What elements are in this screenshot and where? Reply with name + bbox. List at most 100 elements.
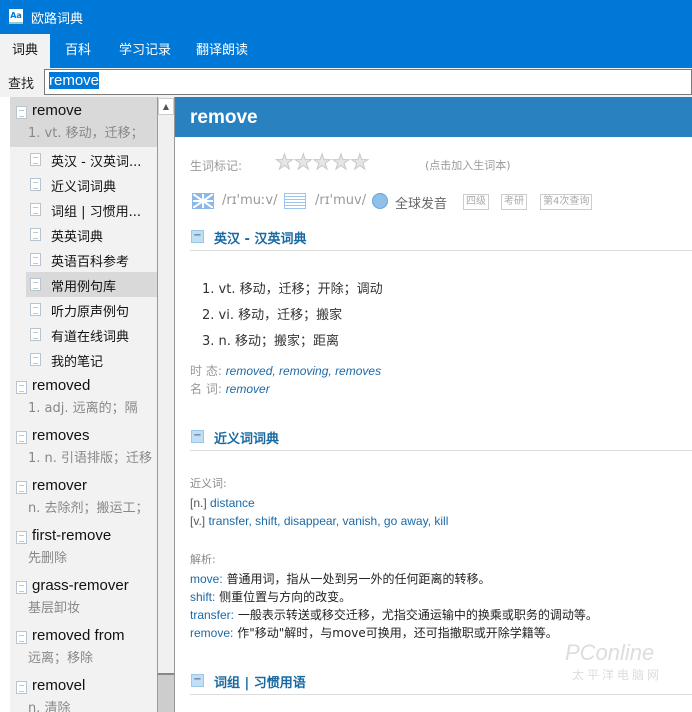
list-meaning: n. 清除 — [28, 701, 71, 712]
list-meaning: 先删除 — [28, 551, 68, 566]
section-title-phrases[interactable]: 词组 | 习惯用语 — [214, 672, 306, 691]
sub-item-label: 我的笔记 — [51, 355, 104, 370]
watermark-logo: PConline — [565, 640, 655, 665]
analysis-word[interactable]: remove: — [190, 626, 233, 640]
analysis-word[interactable]: move: — [190, 572, 223, 586]
document-icon — [16, 106, 27, 119]
sidebar-sub-item[interactable]: 英语百科参考 — [26, 247, 157, 272]
sidebar-sub-item[interactable]: 听力原声例句 — [26, 297, 157, 322]
document-icon — [16, 681, 27, 694]
sidebar-sub-item[interactable]: 我的笔记 — [26, 347, 157, 372]
collapse-icon[interactable]: − — [191, 674, 204, 687]
sub-item-label: 英英词典 — [51, 230, 104, 245]
section-title-synonyms[interactable]: 近义词词典 — [214, 428, 279, 447]
tab-dictionary[interactable]: 词典 — [0, 34, 50, 68]
document-icon — [30, 203, 41, 216]
sidebar-scrollbar[interactable] — [157, 97, 175, 712]
sub-item-label: 有道在线词典 — [51, 330, 130, 345]
search-label: 查找 — [8, 77, 35, 92]
star-icon[interactable]: ★ — [293, 150, 313, 175]
list-meaning: 远离；移除 — [28, 651, 94, 666]
watermark-sub: 太平洋电脑网 — [572, 668, 663, 682]
rating-stars[interactable]: ★★★★★ — [275, 150, 370, 175]
list-item[interactable]: removed from 远离；移除 — [10, 622, 157, 672]
search-input-value: remove — [49, 72, 100, 89]
sub-item-label: 英语百科参考 — [51, 255, 130, 270]
analysis-line: shift: 侧重位置与方向的改变。 — [190, 588, 351, 605]
list-word: first-remove — [32, 527, 112, 544]
list-item[interactable]: grass-remover 基层卸妆 — [10, 572, 157, 622]
list-item[interactable]: removes 1. n. 引语排版；迁移 — [10, 422, 157, 472]
scroll-up-button[interactable]: ▲ — [158, 98, 174, 115]
analysis-text: 侧重位置与方向的改变。 — [219, 590, 352, 604]
collapse-icon[interactable]: − — [191, 430, 204, 443]
badge-cet4: 四级 — [463, 194, 489, 210]
scroll-thumb[interactable] — [158, 673, 174, 712]
badge-lookup-count: 第4次查询 — [540, 194, 593, 210]
definition: 2. vi. 移动，迁移；搬家 — [202, 308, 343, 323]
star-icon[interactable]: ★ — [331, 150, 351, 175]
sidebar-sub-item[interactable]: 词组 | 习惯用... — [26, 197, 157, 222]
list-meaning: 1. vt. 移动，迁移； — [28, 126, 144, 141]
syn-n-tag: [n.] — [190, 496, 207, 510]
list-item[interactable]: removed 1. adj. 远离的；隔 — [10, 372, 157, 422]
section-title-ec[interactable]: 英汉 - 汉英词典 — [214, 228, 306, 247]
analysis-line: remove: 作"移动"解时，与move可换用，还可指撤职或开除学籍等。 — [190, 624, 558, 641]
app-title: 欧路词典 — [31, 12, 84, 27]
list-word: remove — [32, 102, 83, 119]
syn-v[interactable]: transfer, shift, disappear, vanish, go a… — [208, 514, 448, 528]
global-pronunciation[interactable]: 全球发音 — [395, 193, 447, 212]
star-icon[interactable]: ★ — [350, 150, 370, 175]
list-meaning: n. 去除剂；搬运工； — [28, 501, 149, 516]
analysis-word[interactable]: shift: — [190, 590, 215, 604]
document-icon — [16, 381, 27, 394]
sidebar-sub-item[interactable]: 有道在线词典 — [26, 322, 157, 347]
tab-bar: 词典 百科 学习记录 翻译朗读 — [0, 34, 692, 68]
tab-study-history[interactable]: 学习记录 — [110, 34, 180, 68]
document-icon — [30, 353, 41, 366]
noun-form[interactable]: remover — [226, 382, 270, 396]
sidebar-sub-item[interactable]: 英汉 - 汉英词... — [26, 147, 157, 172]
star-icon[interactable]: ★ — [312, 150, 332, 175]
list-item[interactable]: first-remove 先删除 — [10, 522, 157, 572]
title-bar — [0, 0, 692, 34]
sidebar-sub-item[interactable]: 常用例句库 — [26, 272, 157, 297]
mark-hint[interactable]: (点击加入生词本) — [425, 157, 511, 173]
list-item[interactable]: removel n. 清除 — [10, 672, 157, 712]
noun-label: 名 词: — [190, 382, 222, 396]
list-meaning: 1. n. 引语排版；迁移 — [28, 451, 153, 466]
star-icon[interactable]: ★ — [275, 150, 295, 175]
tab-translate[interactable]: 翻译朗读 — [186, 34, 258, 68]
us-phonetic: /rɪ'muv/ — [315, 193, 367, 208]
list-item-remove[interactable]: remove 1. vt. 移动，迁移； — [10, 97, 157, 147]
document-icon — [16, 531, 27, 544]
syn-n[interactable]: distance — [210, 496, 255, 510]
sidebar-sub-item[interactable]: 英英词典 — [26, 222, 157, 247]
collapse-icon[interactable]: − — [191, 230, 204, 243]
sub-item-label: 近义词词典 — [51, 180, 117, 195]
sub-item-label: 听力原声例句 — [51, 305, 130, 320]
tab-encyclopedia[interactable]: 百科 — [52, 34, 104, 68]
divider — [190, 250, 692, 251]
synonyms-label: 近义词: — [190, 477, 227, 490]
document-icon — [30, 153, 41, 166]
mark-label: 生词标记: — [190, 159, 243, 173]
tense-forms[interactable]: removed, removing, removes — [226, 364, 381, 378]
globe-icon[interactable] — [372, 193, 388, 209]
analysis-word[interactable]: transfer: — [190, 608, 234, 622]
document-icon — [16, 631, 27, 644]
list-item[interactable]: remover n. 去除剂；搬运工； — [10, 472, 157, 522]
list-word: remover — [32, 477, 88, 494]
sidebar-sub-item[interactable]: 近义词词典 — [26, 172, 157, 197]
tense-label: 时 态: — [190, 364, 222, 378]
badge-kaoyan: 考研 — [501, 194, 527, 210]
analysis-label: 解析: — [190, 553, 216, 566]
us-flag-icon[interactable] — [284, 193, 306, 209]
sub-item-label: 词组 | 习惯用... — [51, 205, 142, 220]
uk-flag-icon[interactable] — [192, 193, 214, 209]
document-icon — [30, 278, 41, 291]
uk-phonetic: /rɪ'muːv/ — [222, 193, 278, 208]
list-meaning: 基层卸妆 — [28, 601, 81, 616]
search-input[interactable]: remove — [44, 69, 692, 95]
word-list: remove 1. vt. 移动，迁移； 英汉 - 汉英词... 近义词词典词组 … — [10, 97, 157, 712]
